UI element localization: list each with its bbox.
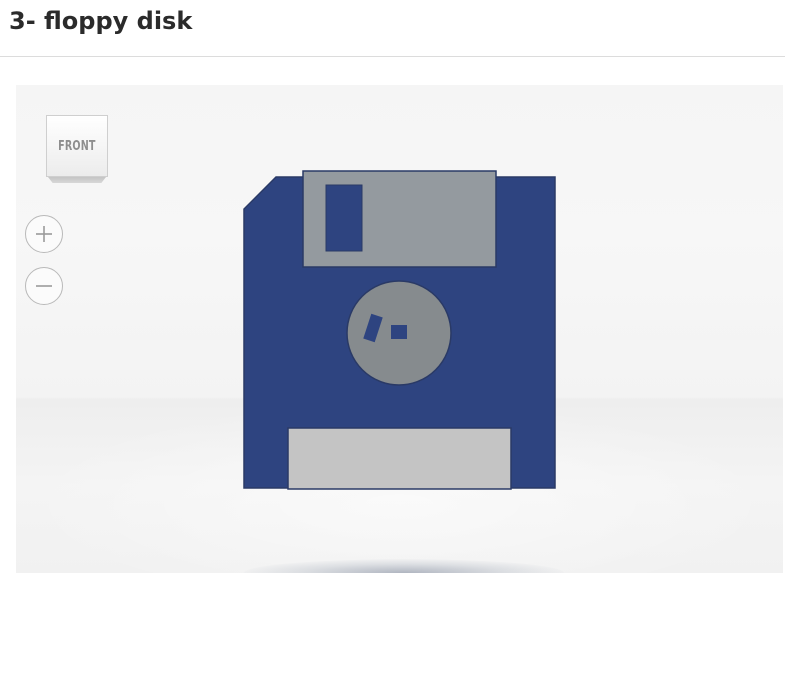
page-title: 3- floppy disk	[9, 7, 193, 35]
3d-viewer[interactable]: FRONT	[16, 85, 783, 573]
page: 3- floppy disk FRONT	[0, 0, 785, 700]
view-cube-label: FRONT	[58, 138, 96, 154]
zoom-in-button[interactable]	[25, 215, 63, 253]
view-cube-front[interactable]: FRONT	[46, 115, 108, 177]
floppy-disk-shutter-window	[325, 184, 363, 252]
floppy-disk-label	[287, 427, 512, 490]
title-divider	[0, 56, 785, 57]
view-cube-base	[48, 177, 106, 183]
minus-icon	[36, 285, 52, 287]
zoom-out-button[interactable]	[25, 267, 63, 305]
plus-icon	[36, 226, 52, 242]
floppy-disk-hub-spindle	[391, 325, 407, 339]
floppy-disk-model[interactable]	[16, 85, 783, 573]
